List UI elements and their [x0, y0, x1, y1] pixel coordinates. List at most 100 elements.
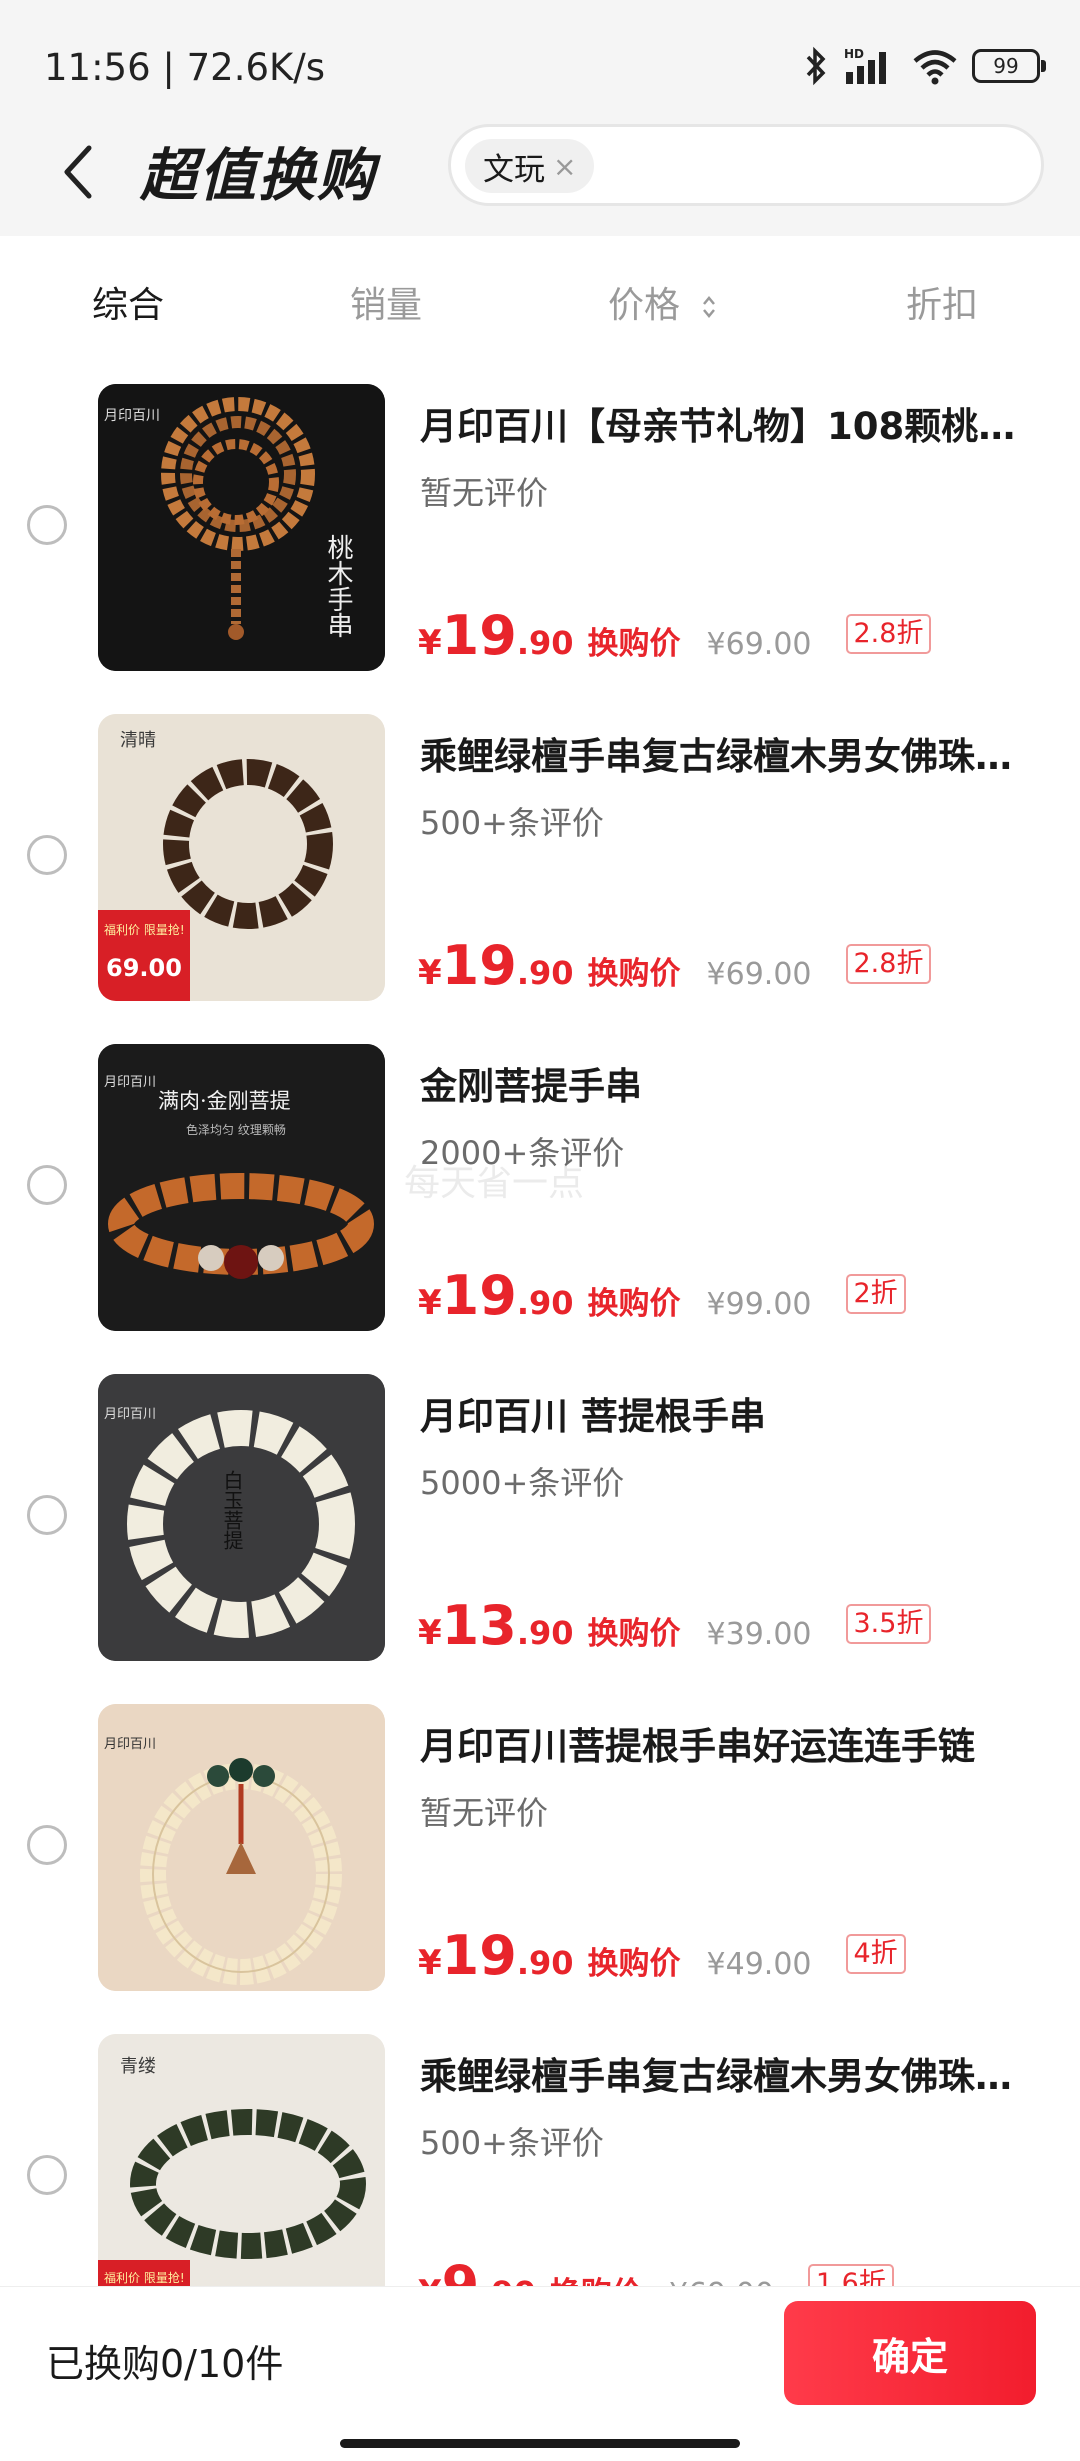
- swap-counter: 已换购0/10件: [46, 2342, 284, 2386]
- swap-price-label: 换购价: [587, 1946, 681, 1982]
- product-title[interactable]: 乘鲤绿檀手串复古绿檀木男女佛珠手串: [420, 726, 1045, 780]
- status-time: 11:56 | 72.6K/s: [44, 46, 326, 89]
- promo-badge-price: 69.00: [106, 954, 182, 982]
- product-image-subtext: 色泽均匀 纹理颗畅: [186, 1123, 286, 1137]
- original-price: ¥69.00: [706, 627, 812, 662]
- sort-tab-discount[interactable]: 折扣: [906, 276, 978, 328]
- watermark-text: 每天省一点: [404, 1163, 585, 1204]
- product-thumbnail[interactable]: 月印百川 白玉菩提: [98, 1374, 385, 1661]
- product-thumbnail[interactable]: 月印百川 满肉·金刚菩提 色泽均匀 纹理颗畅: [98, 1044, 385, 1331]
- product-image: 月印百川 白玉菩提: [98, 1374, 385, 1661]
- back-button[interactable]: [52, 132, 102, 212]
- product-brand-text: 月印百川: [104, 1737, 156, 1752]
- sort-tab-price-label: 价格: [608, 285, 681, 326]
- product-brand-text: 月印百川: [104, 1407, 156, 1422]
- list-item[interactable]: 月印百川 月印百川菩提根手串好运连连手链 暂无评价 ¥ 19 .90 换购价 ¥…: [0, 1686, 1080, 2016]
- review-count: 500+条评价: [420, 2124, 604, 2162]
- price-currency: ¥: [418, 1613, 442, 1653]
- product-brand-text: 月印百川: [104, 1075, 156, 1090]
- discount-badge: 2.8折: [845, 944, 932, 984]
- promo-badge-text: 福利价 限量抢!: [104, 922, 185, 937]
- review-count: 5000+条评价: [420, 1464, 625, 1502]
- sort-tab-comprehensive[interactable]: 综合: [92, 276, 164, 328]
- product-image-text: 清晴: [120, 730, 156, 751]
- product-brand-text: 月印百川: [104, 408, 160, 424]
- header: 超值换购 文玩 ×: [0, 110, 1080, 236]
- select-radio[interactable]: [27, 1495, 67, 1535]
- confirm-button[interactable]: 确定: [784, 2301, 1036, 2405]
- chevron-left-icon: [64, 145, 92, 199]
- list-item[interactable]: 清晴 福利价 限量抢! 69.00 乘鲤绿檀手串复古绿檀木男女佛珠手串 500+…: [0, 696, 1080, 1026]
- product-image: 月印百川 桃木手串: [98, 384, 385, 671]
- price-decimal: .90: [516, 1944, 574, 1982]
- swap-price-label: 换购价: [587, 1616, 681, 1652]
- product-image: 月印百川: [98, 1704, 385, 1991]
- select-radio[interactable]: [27, 835, 67, 875]
- status-icons: HD 99: [804, 44, 1046, 88]
- price-row: ¥ 19 .90 换购价 ¥69.00 2.8折: [418, 934, 932, 997]
- select-radio[interactable]: [27, 505, 67, 545]
- discount-badge: 3.5折: [845, 1604, 932, 1644]
- wifi-icon: [913, 50, 957, 85]
- product-title[interactable]: 月印百川【母亲节礼物】108颗桃木手串: [420, 396, 1045, 450]
- signal-icon: HD: [844, 47, 886, 84]
- product-thumbnail[interactable]: 青缕 福利价 限量抢!: [98, 2034, 385, 2321]
- product-title[interactable]: 金刚菩提手串: [420, 1056, 1045, 1110]
- select-radio[interactable]: [27, 1165, 67, 1205]
- battery-indicator: 99: [972, 49, 1046, 83]
- filter-chip-label: 文玩: [483, 151, 545, 188]
- price-row: ¥ 19 .90 换购价 ¥99.00 2折: [418, 1264, 906, 1327]
- review-count: 暂无评价: [420, 474, 549, 512]
- review-count: 暂无评价: [420, 1794, 549, 1832]
- price-decimal: .90: [516, 1614, 574, 1652]
- price-currency: ¥: [418, 1283, 442, 1323]
- original-price: ¥99.00: [706, 1287, 812, 1322]
- product-image-text: 满肉·金刚菩提: [158, 1089, 291, 1113]
- search-input[interactable]: 文玩 ×: [448, 124, 1044, 206]
- product-thumbnail[interactable]: 清晴 福利价 限量抢! 69.00: [98, 714, 385, 1001]
- sort-tab-price[interactable]: 价格: [608, 276, 717, 328]
- bluetooth-icon: [806, 46, 826, 86]
- product-title[interactable]: 月印百川菩提根手串好运连连手链: [420, 1716, 1045, 1770]
- price-row: ¥ 19 .90 换购价 ¥69.00 2.8折: [418, 604, 932, 667]
- product-image-text: 白玉菩提: [220, 1470, 244, 1550]
- swap-price-label: 换购价: [587, 626, 681, 662]
- price-integer: 19: [441, 604, 517, 667]
- list-item[interactable]: 月印百川 桃木手串 月印百川【母亲节礼物】108颗桃木手串 暂无评价 ¥ 19 …: [0, 366, 1080, 696]
- swap-price-label: 换购价: [587, 1286, 681, 1322]
- product-image: 青缕 福利价 限量抢!: [98, 2034, 385, 2321]
- product-image-text: 青缕: [120, 2056, 156, 2077]
- price-integer: 13: [441, 1594, 517, 1657]
- price-row: ¥ 19 .90 换购价 ¥49.00 4折: [418, 1924, 906, 1987]
- price-currency: ¥: [418, 623, 442, 663]
- original-price: ¥39.00: [706, 1617, 812, 1652]
- promo-badge-text: 福利价 限量抢!: [104, 2270, 185, 2285]
- price-integer: 19: [441, 1924, 517, 1987]
- price-integer: 19: [441, 934, 517, 997]
- price-row: ¥ 13 .90 换购价 ¥39.00 3.5折: [418, 1594, 932, 1657]
- price-decimal: .90: [516, 624, 574, 662]
- sort-bar: 综合 销量 价格 折扣: [0, 236, 1080, 366]
- sort-arrows-icon: [703, 296, 716, 318]
- original-price: ¥49.00: [706, 1947, 812, 1982]
- list-item[interactable]: 月印百川 白玉菩提 月印百川 菩提根手串 5000+条评价 ¥ 13 .90 换…: [0, 1356, 1080, 1686]
- product-title[interactable]: 乘鲤绿檀手串复古绿檀木男女佛珠手串: [420, 2046, 1045, 2100]
- select-radio[interactable]: [27, 1825, 67, 1865]
- product-title[interactable]: 月印百川 菩提根手串: [420, 1386, 1045, 1440]
- product-image-text: 桃木手串: [323, 534, 353, 638]
- price-currency: ¥: [418, 953, 442, 993]
- review-count: 500+条评价: [420, 804, 604, 842]
- close-icon[interactable]: ×: [553, 150, 576, 183]
- sort-tab-sales[interactable]: 销量: [350, 276, 422, 328]
- product-image: 清晴 福利价 限量抢! 69.00: [98, 714, 385, 1001]
- select-radio[interactable]: [27, 2155, 67, 2195]
- filter-chip[interactable]: 文玩 ×: [465, 139, 595, 193]
- price-decimal: .90: [516, 954, 574, 992]
- home-indicator[interactable]: [340, 2439, 740, 2448]
- product-thumbnail[interactable]: 月印百川 桃木手串: [98, 384, 385, 671]
- discount-badge: 2.8折: [845, 614, 932, 654]
- swap-price-label: 换购价: [587, 956, 681, 992]
- product-thumbnail[interactable]: 月印百川: [98, 1704, 385, 1991]
- page-title: 超值换购: [140, 143, 376, 209]
- product-image: 月印百川 满肉·金刚菩提 色泽均匀 纹理颗畅: [98, 1044, 385, 1331]
